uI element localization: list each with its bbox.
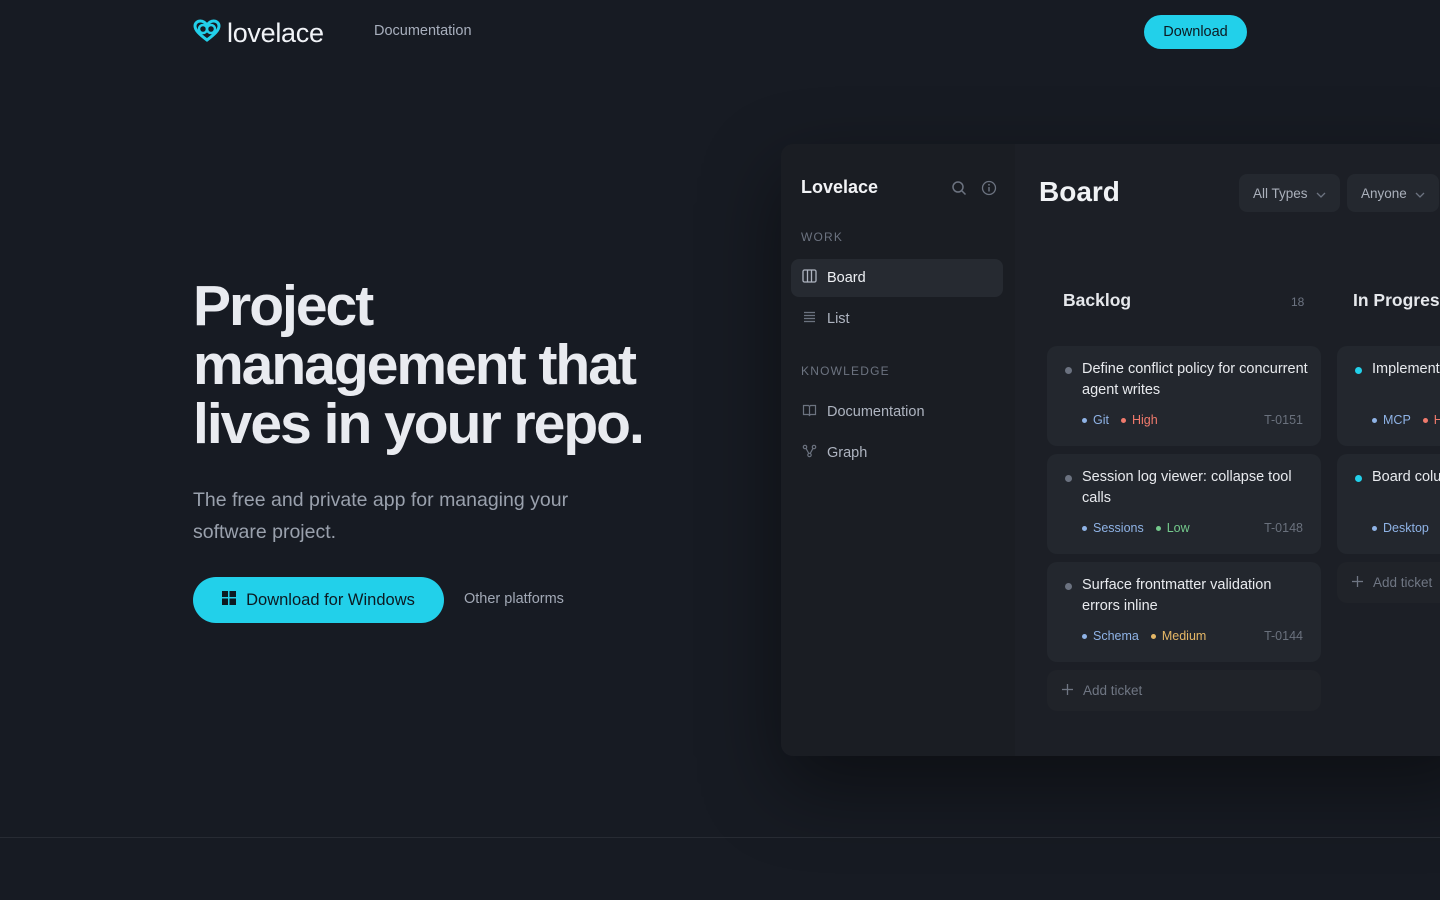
ticket-tag: Desktop <box>1383 521 1429 535</box>
ticket-card[interactable]: Session log viewer: collapse tool calls … <box>1047 454 1321 554</box>
ticket-priority: Low <box>1166 521 1190 535</box>
ticket-id: T-0151 <box>1264 413 1303 427</box>
column-count: 18 <box>1291 295 1305 309</box>
download-windows-button[interactable]: Download for Windows <box>193 577 444 623</box>
other-platforms-link[interactable]: Other platforms <box>464 591 564 607</box>
sidebar-item-label: Documentation <box>827 404 925 420</box>
board-icon <box>802 269 817 287</box>
header-download-button[interactable]: Download <box>1144 15 1247 49</box>
ticket-meta: Sessions Low <box>1082 521 1196 535</box>
add-ticket-label: Add ticket <box>1083 683 1143 698</box>
sidebar-item-list[interactable]: List <box>791 300 1003 338</box>
ticket-priority: H <box>1433 413 1440 427</box>
ticket-meta: MCP H <box>1372 413 1440 427</box>
filter-label: Anyone <box>1361 185 1407 201</box>
download-windows-label: Download for Windows <box>246 590 415 609</box>
filter-assignee-select[interactable]: Anyone <box>1347 174 1439 212</box>
add-ticket-label: Add ticket <box>1373 575 1433 590</box>
ticket-title: Board column large project <box>1372 469 1440 485</box>
ticket-meta: Desktop <box>1372 521 1440 535</box>
sidebar-item-label: List <box>827 311 850 327</box>
sidebar-item-documentation[interactable]: Documentation <box>791 393 1003 431</box>
plus-icon <box>1062 683 1073 698</box>
ticket-meta: Schema Medium <box>1082 629 1212 643</box>
app-brand: Lovelace <box>801 177 879 197</box>
ticket-id: T-0144 <box>1264 629 1303 643</box>
ticket-priority: High <box>1131 413 1158 427</box>
status-dot <box>1065 475 1072 482</box>
nav-documentation-link[interactable]: Documentation <box>374 23 472 39</box>
column-title-in-progress: In Progress <box>1353 290 1440 310</box>
section-divider <box>0 837 1440 838</box>
status-dot <box>1065 583 1072 590</box>
ticket-title: Session log viewer: collapse tool calls <box>1082 469 1292 506</box>
ticket-card[interactable]: Surface frontmatter validation errors in… <box>1047 562 1321 662</box>
column-title-backlog: Backlog <box>1063 290 1132 310</box>
ticket-card[interactable]: Implement frontmatter MCP H <box>1337 346 1440 446</box>
ticket-title: Surface frontmatter validation errors in… <box>1082 577 1272 614</box>
sidebar-section-work: WORK <box>801 230 844 244</box>
plus-icon <box>1352 575 1363 590</box>
add-ticket-button[interactable]: Add ticket <box>1047 670 1321 711</box>
ticket-id: T-0148 <box>1264 521 1303 535</box>
landing-page: lovelace Documentation Download Project … <box>0 0 1440 900</box>
sidebar-item-board[interactable]: Board <box>791 259 1003 297</box>
add-ticket-button[interactable]: Add ticket <box>1337 562 1440 603</box>
filter-types-select[interactable]: All Types <box>1239 174 1340 212</box>
ticket-tag: Schema <box>1093 629 1139 643</box>
board-view: Board All Types Anyone Backlog 18 Define… <box>1015 144 1440 756</box>
book-icon <box>802 403 817 421</box>
graph-icon <box>802 444 817 462</box>
chevron-down-icon <box>1415 186 1425 201</box>
windows-icon <box>222 590 237 610</box>
ticket-priority: Medium <box>1161 629 1207 643</box>
ticket-card[interactable]: Define conflict policy for concurrent ag… <box>1047 346 1321 446</box>
ticket-tag: Git <box>1093 413 1109 427</box>
sidebar-item-label: Graph <box>827 445 868 461</box>
sidebar-item-label: Board <box>827 270 866 286</box>
ticket-title: Define conflict policy for concurrent ag… <box>1082 361 1308 398</box>
sidebar-item-graph[interactable]: Graph <box>791 434 1003 472</box>
search-icon[interactable] <box>951 180 967 196</box>
logo[interactable]: lovelace <box>193 18 324 49</box>
ticket-tag: MCP <box>1383 413 1411 427</box>
hero-subtitle: The free and private app for managing yo… <box>193 489 569 543</box>
logo-text: lovelace <box>227 18 324 48</box>
app-sidebar: Lovelace WORK Board List KNOWLEDGE Docum… <box>781 144 1015 756</box>
status-dot <box>1355 475 1362 482</box>
heart-logo-icon <box>193 19 221 48</box>
hero-title: Project management that lives in your re… <box>193 274 645 456</box>
ticket-meta: Git High <box>1082 413 1164 427</box>
chevron-down-icon <box>1316 186 1326 201</box>
list-icon <box>802 310 817 328</box>
status-dot <box>1355 367 1362 374</box>
app-preview: Lovelace WORK Board List KNOWLEDGE Docum… <box>781 144 1440 756</box>
ticket-card[interactable]: Board column large project Desktop <box>1337 454 1440 554</box>
filter-label: All Types <box>1253 185 1308 201</box>
page-title: Board <box>1039 176 1120 207</box>
status-dot <box>1065 367 1072 374</box>
ticket-tag: Sessions <box>1093 521 1144 535</box>
info-icon[interactable] <box>981 180 997 196</box>
ticket-title: Implement frontmatter <box>1372 361 1440 377</box>
sidebar-section-knowledge: KNOWLEDGE <box>801 364 890 378</box>
